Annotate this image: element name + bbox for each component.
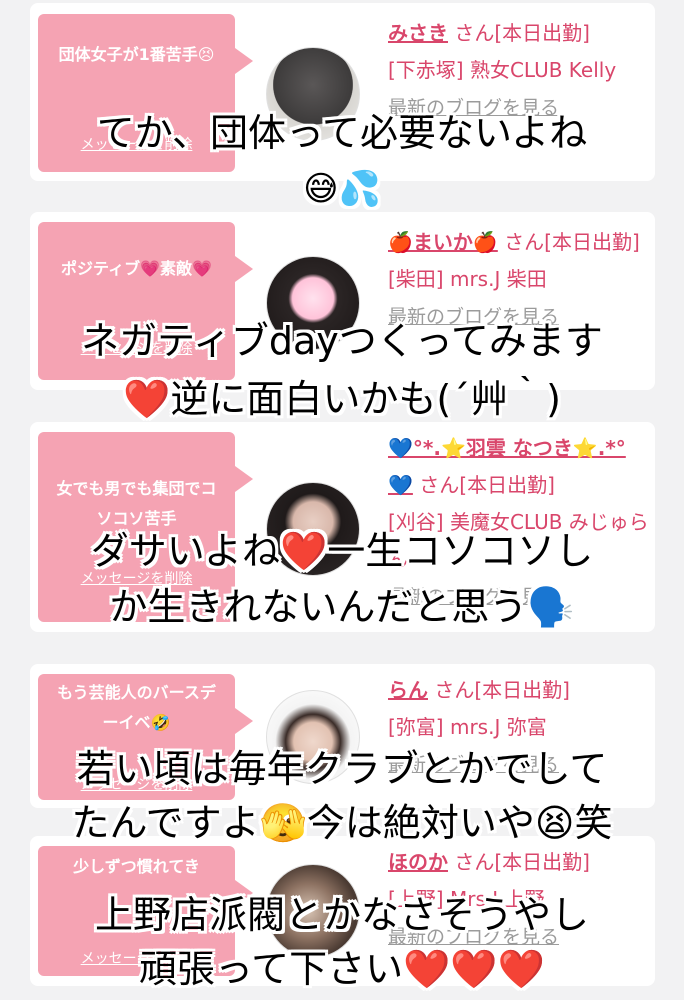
overlay-caption-line: 若い頃は毎年クラブとかでして — [76, 747, 608, 791]
overlay-caption-line: ダサいよね❤️一生コソコソし — [90, 529, 594, 573]
message-text: 団体女子が1番苦手😣 — [58, 45, 215, 64]
shop-name[interactable]: [柴田] mrs.J 柴田 — [388, 267, 547, 291]
overlay-caption-line: か生きれないんだと思う🗣️ — [109, 585, 575, 629]
overlay-caption-emoji: 😅💦 — [303, 169, 381, 209]
attendance-status: さん[本日出勤] — [448, 850, 590, 874]
profile-name-link[interactable]: らん — [388, 678, 428, 702]
overlay-caption-line: たんですよ🫣今は絶対いや😫笑 — [71, 801, 613, 845]
overlay-caption-line: ネガティブdayつくってみます — [81, 319, 603, 363]
attendance-status: さん[本日出勤] — [448, 21, 590, 45]
message-text: ポジティブ💗素敵💗 — [61, 259, 212, 278]
overlay-caption-line: 頑張って下さい❤️❤️❤️ — [138, 947, 546, 991]
profile-name-link[interactable]: 🍎まいか🍎 — [388, 230, 498, 254]
profile-name-link[interactable]: みさき — [388, 21, 448, 45]
attendance-status: さん[本日出勤] — [428, 678, 570, 702]
overlay-caption-line: 上野店派閥とかなさそうやし — [94, 893, 589, 937]
attendance-status: さん[本日出勤] — [497, 230, 640, 254]
message-text: 女でも男でも集団でコソコソ苦手 — [56, 479, 217, 528]
message-text: もう芸能人のバースデーイベ🤣 — [57, 683, 216, 732]
message-text: 少しずつ慣れてき — [73, 857, 200, 876]
shop-name[interactable]: [下赤塚] 熟女CLUB Kelly — [388, 58, 616, 82]
profile-name-link[interactable]: ほのか — [388, 850, 448, 874]
shop-name[interactable]: [弥富] mrs.J 弥富 — [388, 715, 547, 739]
overlay-caption-line: てか、団体って必要ないよね — [96, 111, 588, 155]
overlay-caption-line: ❤️逆に面白いかも(´艸｀) — [123, 377, 561, 421]
attendance-status: さん[本日出勤] — [412, 473, 555, 497]
